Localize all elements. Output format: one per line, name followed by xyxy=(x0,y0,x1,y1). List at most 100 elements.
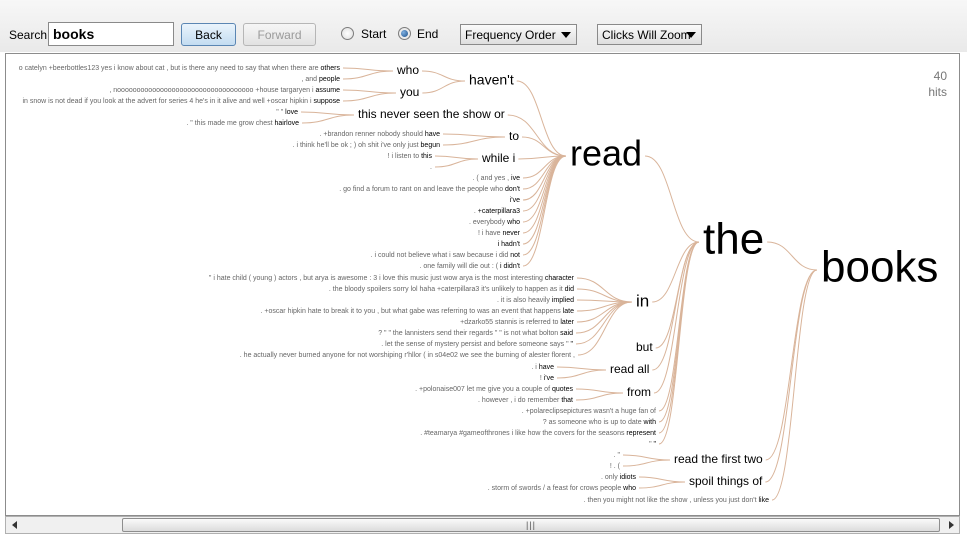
context-line[interactable]: ! i listen to this xyxy=(388,153,433,160)
context-line[interactable]: . everybody who xyxy=(469,219,520,226)
horizontal-scrollbar[interactable]: ||| xyxy=(5,516,960,534)
context-line[interactable]: " " love xyxy=(276,109,298,116)
context-line[interactable]: . +polareclipsepictures wasn't a huge fa… xyxy=(522,408,656,415)
context-keyword: i didn't xyxy=(500,263,520,270)
tree-branch xyxy=(442,133,506,138)
context-line[interactable]: , and people xyxy=(301,76,340,83)
context-keyword: " xyxy=(571,341,574,348)
context-keyword: this xyxy=(421,153,432,160)
tree-branch xyxy=(771,269,818,501)
tree-branch xyxy=(576,301,633,323)
context-line[interactable]: . xyxy=(430,164,432,171)
tree-node[interactable]: in xyxy=(636,291,649,310)
context-keyword: later xyxy=(560,319,574,326)
tree-branch xyxy=(765,269,818,461)
tree-branch xyxy=(342,92,397,102)
forward-button[interactable]: Forward xyxy=(243,23,316,46)
order-select[interactable]: Frequency Order xyxy=(460,24,577,45)
tree-node[interactable]: haven't xyxy=(469,72,514,88)
context-prefix: , nooooooooooooooooooooooooooooooooooo +… xyxy=(109,87,315,94)
tree-node[interactable]: read xyxy=(570,133,642,174)
context-prefix: . +polonaise007 let me give you a couple… xyxy=(415,386,552,393)
scroll-left-button[interactable] xyxy=(6,517,22,533)
context-line[interactable]: ? as someone who is up to date with xyxy=(543,419,656,426)
zoom-select[interactable]: Clicks Will Zoom xyxy=(597,24,702,45)
tree-node[interactable]: spoil things of xyxy=(689,474,763,488)
tree-branch xyxy=(422,70,466,82)
tree-node[interactable]: who xyxy=(396,63,419,77)
tree-branch xyxy=(442,136,506,146)
context-line[interactable]: . however , i do remember that xyxy=(478,397,573,404)
context-prefix: . it is also heavily xyxy=(497,297,552,304)
tree-branch xyxy=(658,241,700,412)
context-line[interactable]: , nooooooooooooooooooooooooooooooooooo +… xyxy=(109,87,340,94)
tree-node[interactable]: read the first two xyxy=(674,452,763,466)
tree-branch xyxy=(522,155,567,212)
context-keyword: idiots xyxy=(620,474,637,481)
context-line[interactable]: ! i've xyxy=(540,375,554,382)
context-line[interactable]: . +polonaise007 let me give you a couple… xyxy=(415,386,573,393)
context-line[interactable]: . he actually never burned anyone for no… xyxy=(240,352,575,359)
context-line[interactable]: . +oscar hipkin hate to break it to you … xyxy=(261,308,575,315)
context-line[interactable]: . only idiots xyxy=(601,474,637,481)
context-line[interactable]: . then you might not like the show , unl… xyxy=(584,497,770,504)
context-line[interactable]: in snow is not dead if you look at the a… xyxy=(23,98,341,105)
context-keyword: i've xyxy=(510,197,520,204)
context-line[interactable]: i've xyxy=(510,197,520,204)
tree-branch xyxy=(556,369,607,379)
context-line[interactable]: . storm of swords / a feast for crows pe… xyxy=(488,485,636,492)
context-line[interactable]: . i have xyxy=(531,364,554,371)
context-prefix: . however , i do remember xyxy=(478,397,561,404)
context-line[interactable]: . " xyxy=(614,452,621,459)
context-line[interactable]: . i think he'll be ok ; ) oh shit i've o… xyxy=(293,142,441,149)
context-line[interactable]: . the bloody spoilers sorry lol haha +ca… xyxy=(329,286,574,293)
context-prefix: , and xyxy=(301,76,319,83)
context-line[interactable]: . +brandon renner nobody should have xyxy=(320,131,441,138)
tree-branch xyxy=(622,454,671,461)
start-radio[interactable] xyxy=(341,27,354,40)
tree-branch xyxy=(434,158,479,168)
hits-unit: hits xyxy=(928,85,947,99)
context-line[interactable]: . go find a forum to rant on and leave t… xyxy=(339,186,520,193)
tree-branch xyxy=(300,111,355,116)
context-keyword: " xyxy=(654,441,657,448)
start-radio-label: Start xyxy=(361,27,387,41)
word-tree-canvas[interactable]: books the spoil things of read the first tw… xyxy=(5,53,960,516)
context-line[interactable]: o catelyn +beerbottles123 yes i know abo… xyxy=(19,65,341,72)
tree-node[interactable]: to xyxy=(509,129,519,143)
scroll-right-button[interactable] xyxy=(943,517,959,533)
context-keyword: who xyxy=(506,219,520,226)
context-line[interactable]: . +caterpillara3 xyxy=(474,208,520,215)
word-tree: books the spoil things of read the first tw… xyxy=(19,63,939,504)
context-line[interactable]: ! . ( xyxy=(610,463,621,470)
context-line[interactable]: . ( and yes , ive xyxy=(473,175,521,182)
tree-node[interactable]: but xyxy=(636,340,653,354)
tree-node[interactable]: the xyxy=(703,215,764,264)
tree-node[interactable]: you xyxy=(400,85,419,99)
context-line[interactable]: . #teamarya #gameofthrones i like how th… xyxy=(420,430,656,437)
context-line[interactable]: " i hate child ( young ) actors , but ar… xyxy=(209,275,575,282)
scrollbar-thumb[interactable]: ||| xyxy=(122,518,940,532)
tree-node[interactable]: from xyxy=(627,385,651,399)
search-input[interactable] xyxy=(48,22,174,46)
context-line[interactable]: ! i have never xyxy=(478,230,521,237)
context-line[interactable]: . i could not believe what i saw because… xyxy=(371,252,520,259)
context-keyword: represent xyxy=(626,430,656,437)
context-line[interactable]: . let the sense of mystery persist and b… xyxy=(381,341,573,348)
context-line[interactable]: +dzarko55 stannis is referred to later xyxy=(460,319,574,326)
context-line[interactable]: ? " " the lannisters send their regards … xyxy=(378,330,573,337)
end-radio[interactable] xyxy=(398,27,411,40)
zoom-select-value: Clicks Will Zoom xyxy=(602,28,691,42)
context-line[interactable]: . one family will die out : ( i didn't xyxy=(419,263,520,270)
tree-node[interactable]: while i xyxy=(481,151,515,165)
context-line[interactable]: " " xyxy=(649,441,656,448)
tree-branch xyxy=(434,155,479,160)
context-line[interactable]: i hadn't xyxy=(498,241,520,248)
context-prefix: . everybody xyxy=(469,219,507,226)
context-line[interactable]: . " this made me grow chest hairlove xyxy=(186,120,299,127)
root-word[interactable]: books xyxy=(821,243,938,292)
context-line[interactable]: . it is also heavily implied xyxy=(497,297,574,304)
tree-node[interactable]: this never seen the show or xyxy=(358,107,505,121)
back-button[interactable]: Back xyxy=(181,23,236,46)
tree-node[interactable]: read all xyxy=(610,362,649,376)
